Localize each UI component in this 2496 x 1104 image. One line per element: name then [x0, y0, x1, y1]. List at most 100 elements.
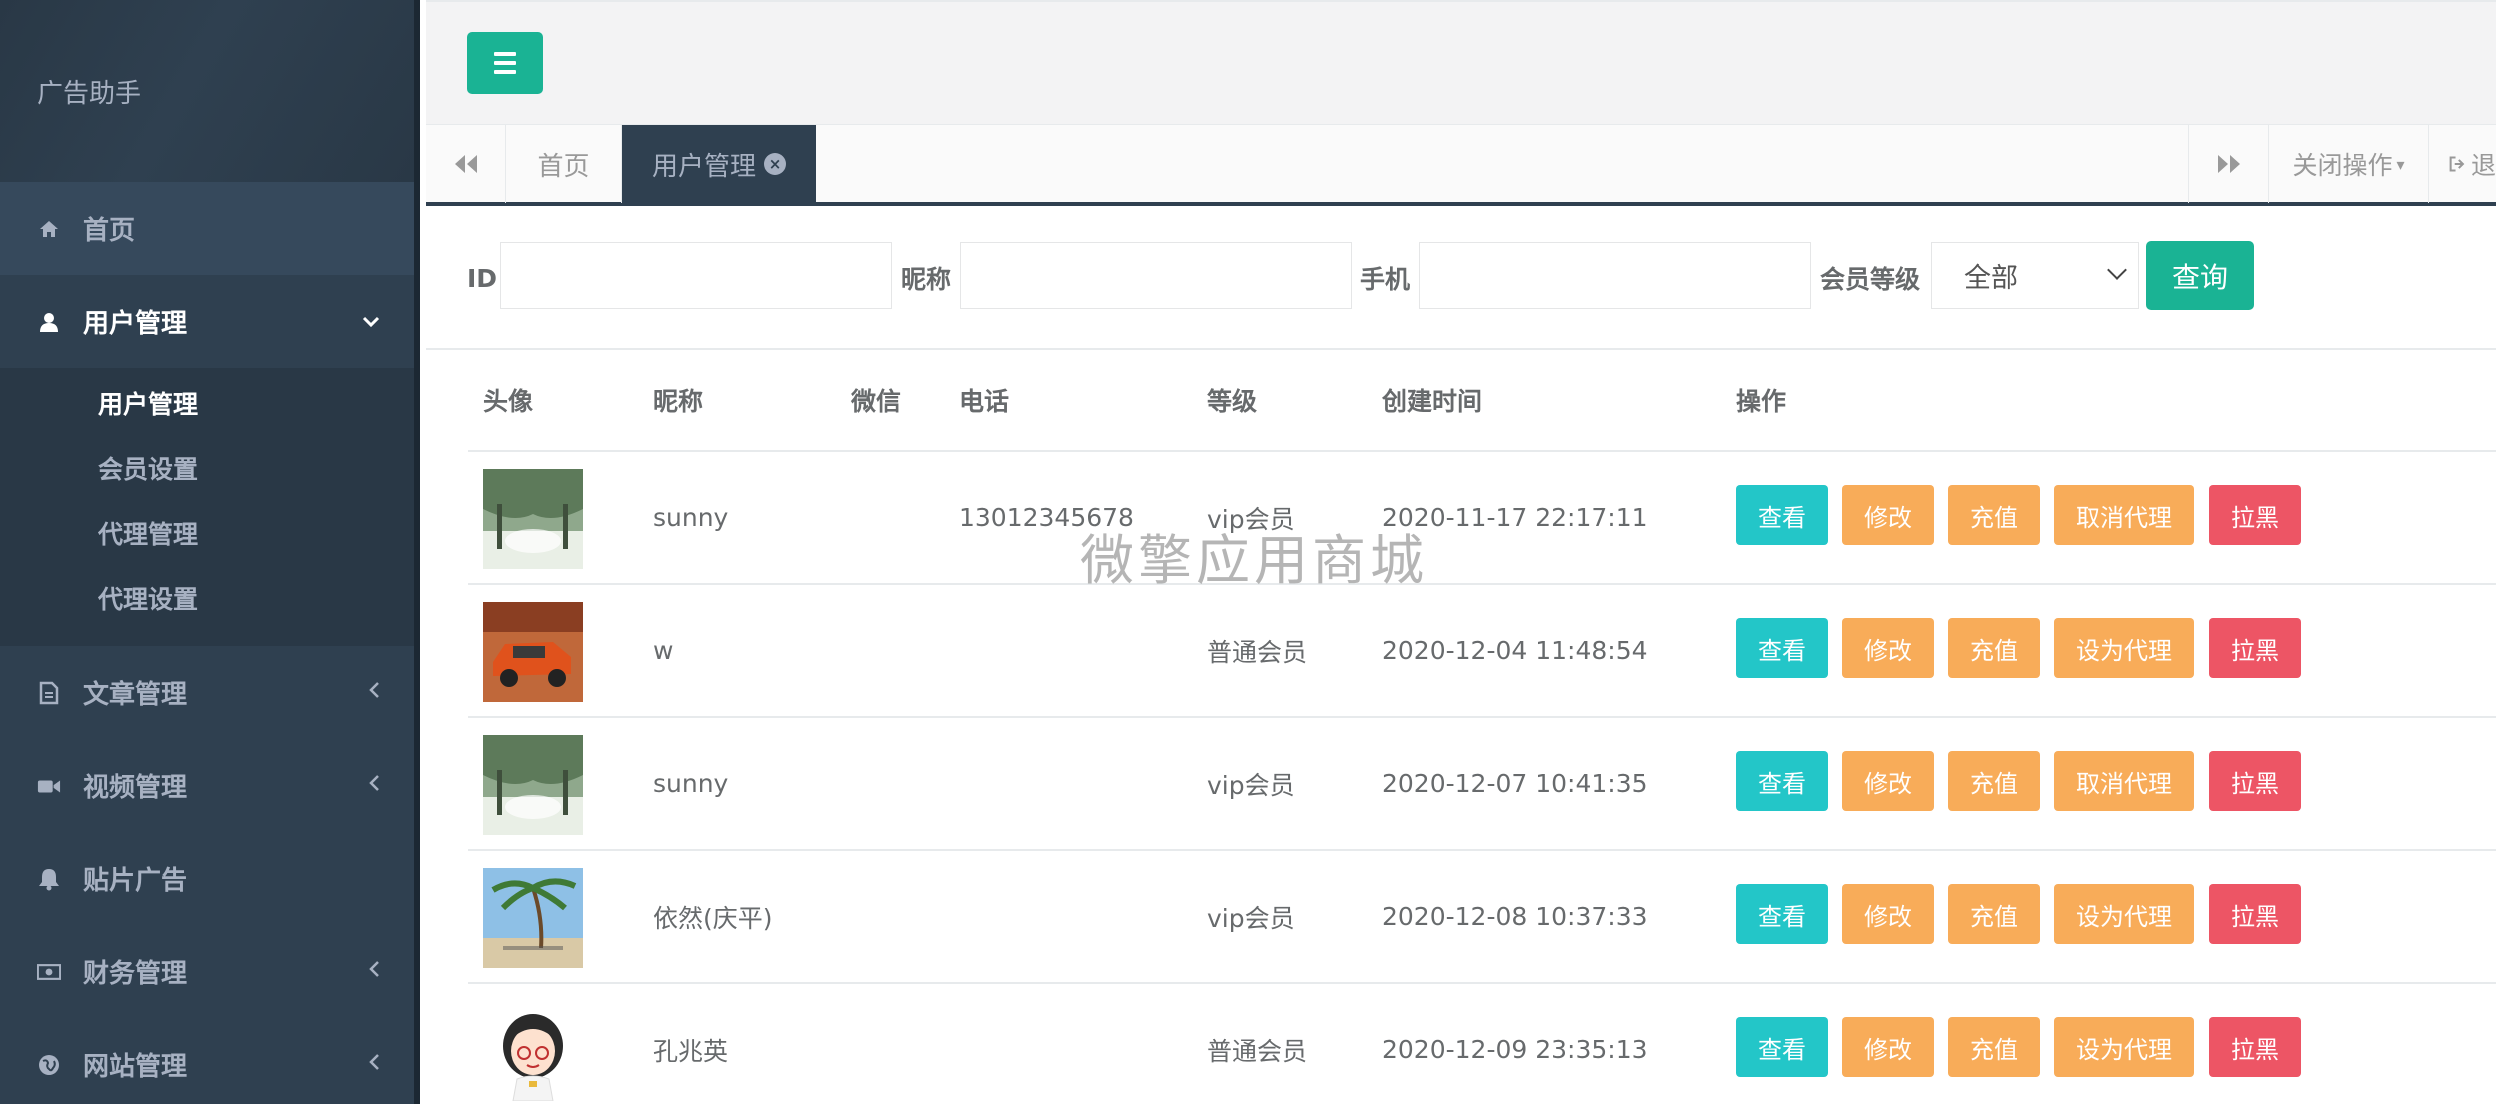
- recharge-button[interactable]: 充值: [1948, 751, 2040, 811]
- watermark: 微擎应用商城: [1080, 529, 1428, 592]
- avatar: [483, 868, 583, 968]
- sidebar-item-ads[interactable]: 贴片广告: [0, 832, 414, 925]
- avatar: [483, 735, 583, 835]
- id-input[interactable]: [500, 242, 892, 309]
- sidebar: 广告助手 首页 用户管理 用户管理 会员设置 代理管理 代理设置 文章管理 视频…: [0, 0, 420, 1104]
- sidebar-item-home[interactable]: 首页: [0, 182, 414, 275]
- money-icon: [37, 960, 61, 984]
- nickname-input[interactable]: [960, 242, 1352, 309]
- column-header: 昵称: [653, 387, 704, 416]
- recharge-button[interactable]: 充值: [1948, 1017, 2040, 1077]
- edit-button[interactable]: 修改: [1842, 751, 1934, 811]
- sidebar-item-website[interactable]: 网站管理: [0, 1018, 414, 1104]
- sidebar-item-articles[interactable]: 文章管理: [0, 646, 414, 739]
- chevron-down-icon: [362, 309, 380, 334]
- caret-down-icon: ▾: [2396, 154, 2405, 174]
- phone-input[interactable]: [1419, 242, 1811, 309]
- brand-title: 广告助手: [37, 78, 142, 109]
- tab-home[interactable]: 首页: [506, 125, 622, 203]
- sidebar-item-label: 网站管理: [83, 1052, 188, 1082]
- sidebar-subitem-agent-settings[interactable]: 代理设置: [0, 565, 414, 630]
- agent-toggle-button[interactable]: 设为代理: [2054, 618, 2194, 678]
- block-button[interactable]: 拉黑: [2209, 618, 2301, 678]
- created-cell: 2020-12-08 10:37:33: [1382, 902, 1648, 931]
- table-row: sunny 13012345678 vip会员 2020-11-17 22:17…: [468, 452, 2496, 585]
- member-level-select[interactable]: 全部: [1931, 242, 2139, 309]
- filter-bar: ID 昵称 手机 会员等级 全部 查询: [426, 206, 2496, 350]
- sidebar-item-videos[interactable]: 视频管理: [0, 739, 414, 832]
- member-level-label: 会员等级: [1820, 265, 1921, 294]
- avatar: [483, 602, 583, 702]
- table-row: 孔兆英 普通会员 2020-12-09 23:35:13 查看 修改 充值 设为…: [468, 984, 2496, 1104]
- block-button[interactable]: 拉黑: [2209, 751, 2301, 811]
- view-button[interactable]: 查看: [1736, 751, 1828, 811]
- agent-toggle-button[interactable]: 取消代理: [2054, 485, 2194, 545]
- view-button[interactable]: 查看: [1736, 618, 1828, 678]
- sidebar-subitem-user-management[interactable]: 用户管理: [0, 370, 414, 435]
- block-button[interactable]: 拉黑: [2209, 1017, 2301, 1077]
- view-button[interactable]: 查看: [1736, 1017, 1828, 1077]
- id-label: ID: [467, 263, 498, 293]
- sidebar-item-label: 文章管理: [83, 680, 188, 710]
- tab-label: 首页: [537, 151, 590, 182]
- file-icon: [37, 681, 61, 705]
- member-level-value: 全部: [1964, 263, 2018, 294]
- exit-button[interactable]: 退: [2428, 125, 2496, 203]
- menu-toggle-button[interactable]: [467, 32, 543, 94]
- hamburger-icon: [494, 52, 516, 56]
- agent-toggle-button[interactable]: 取消代理: [2054, 751, 2194, 811]
- close-operations-label: 关闭操作: [2292, 151, 2393, 180]
- sidebar-item-label: 首页: [83, 216, 136, 246]
- phone-label: 手机: [1360, 265, 1411, 294]
- sidebar-item-users[interactable]: 用户管理: [0, 275, 414, 368]
- nickname-cell: sunny: [653, 503, 729, 532]
- close-operations-dropdown[interactable]: 关闭操作 ▾: [2268, 125, 2428, 203]
- recharge-button[interactable]: 充值: [1948, 618, 2040, 678]
- column-header: 微信: [851, 387, 902, 416]
- sidebar-item-finance[interactable]: 财务管理: [0, 925, 414, 1018]
- block-button[interactable]: 拉黑: [2209, 884, 2301, 944]
- double-chevron-right-icon: [2217, 155, 2240, 173]
- sidebar-subitem-agent-management[interactable]: 代理管理: [0, 500, 414, 565]
- sign-out-icon: [2449, 156, 2465, 172]
- chevron-down-icon: [2107, 260, 2127, 280]
- agent-toggle-button[interactable]: 设为代理: [2054, 884, 2194, 944]
- edit-button[interactable]: 修改: [1842, 1017, 1934, 1077]
- sidebar-subitem-member-settings[interactable]: 会员设置: [0, 435, 414, 500]
- column-header: 头像: [483, 387, 534, 416]
- table-header: 头像 昵称 微信 电话 等级 创建时间 操作: [468, 350, 2496, 452]
- home-icon: [37, 217, 61, 241]
- query-button[interactable]: 查询: [2146, 241, 2254, 310]
- bell-icon: [37, 867, 61, 891]
- sidebar-submenu-users: 用户管理 会员设置 代理管理 代理设置: [0, 368, 414, 646]
- view-button[interactable]: 查看: [1736, 485, 1828, 545]
- edit-button[interactable]: 修改: [1842, 618, 1934, 678]
- level-cell: vip会员: [1207, 770, 1295, 800]
- level-cell: vip会员: [1207, 903, 1295, 933]
- sidebar-item-label: 财务管理: [83, 959, 188, 989]
- column-header: 创建时间: [1382, 387, 1483, 416]
- close-icon[interactable]: ×: [764, 153, 786, 175]
- created-cell: 2020-12-09 23:35:13: [1382, 1035, 1648, 1064]
- recharge-button[interactable]: 充值: [1948, 884, 2040, 944]
- table-row: sunny vip会员 2020-12-07 10:41:35 查看 修改 充值…: [468, 718, 2496, 851]
- block-button[interactable]: 拉黑: [2209, 485, 2301, 545]
- tab-user-management[interactable]: 用户管理 ×: [622, 125, 816, 203]
- tab-scroll-left-button[interactable]: [426, 125, 506, 203]
- agent-toggle-button[interactable]: 设为代理: [2054, 1017, 2194, 1077]
- globe-icon: [37, 1053, 61, 1077]
- edit-button[interactable]: 修改: [1842, 485, 1934, 545]
- tab-scroll-right-button[interactable]: [2188, 125, 2268, 203]
- nickname-label: 昵称: [901, 265, 952, 294]
- chevron-left-icon: [368, 680, 380, 705]
- chevron-left-icon: [368, 959, 380, 984]
- recharge-button[interactable]: 充值: [1948, 485, 2040, 545]
- edit-button[interactable]: 修改: [1842, 884, 1934, 944]
- video-camera-icon: [37, 774, 61, 798]
- tabs-bar: 首页 用户管理 × 关闭操作 ▾ 退: [426, 124, 2496, 206]
- view-button[interactable]: 查看: [1736, 884, 1828, 944]
- top-bar: [426, 0, 2496, 124]
- level-cell: 普通会员: [1207, 1036, 1308, 1066]
- sidebar-item-label: 贴片广告: [83, 866, 188, 896]
- column-header: 等级: [1207, 387, 1258, 416]
